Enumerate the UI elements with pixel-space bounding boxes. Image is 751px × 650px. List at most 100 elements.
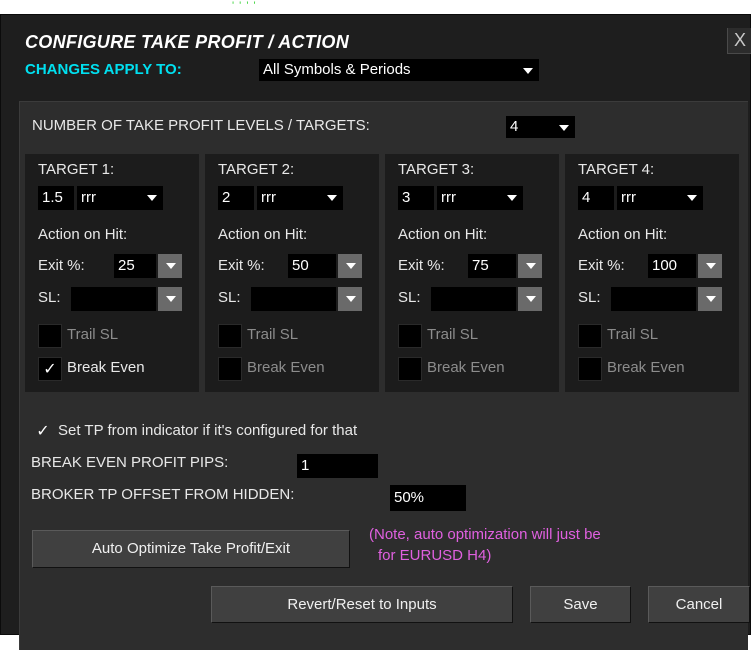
target-unit-value: rrr [441, 189, 456, 206]
break-even-label: Break Even [247, 359, 325, 376]
auto-optimize-button[interactable]: Auto Optimize Take Profit/Exit [32, 530, 350, 568]
revert-reset-button[interactable]: Revert/Reset to Inputs [211, 586, 513, 623]
exit-percent-input[interactable]: 50 [288, 254, 336, 278]
sl-dropdown-button[interactable] [158, 287, 182, 311]
sl-label: SL: [218, 289, 241, 306]
sl-input[interactable] [431, 287, 516, 311]
broker-offset-input[interactable]: 50% [390, 485, 466, 511]
chevron-down-icon [166, 263, 176, 269]
changes-apply-dropdown[interactable]: All Symbols & Periods [259, 59, 539, 81]
action-on-hit-label: Action on Hit: [218, 226, 308, 243]
trail-sl-checkbox[interactable] [218, 324, 242, 348]
sl-input[interactable] [251, 287, 336, 311]
action-on-hit-label: Action on Hit: [398, 226, 488, 243]
save-button[interactable]: Save [530, 586, 631, 623]
chevron-down-icon [526, 296, 536, 302]
chevron-down-icon [526, 263, 536, 269]
exit-percent-label: Exit %: [38, 257, 85, 274]
break-even-checkbox[interactable] [578, 357, 602, 381]
chevron-down-icon [166, 296, 176, 302]
exit-percent-dropdown-button[interactable] [338, 254, 362, 278]
exit-percent-input[interactable]: 100 [648, 254, 696, 278]
changes-apply-value: All Symbols & Periods [263, 61, 411, 78]
trail-sl-label: Trail SL [67, 326, 119, 343]
target-unit-value: rrr [261, 189, 276, 206]
exit-percent-label: Exit %: [578, 257, 625, 274]
target-value-input[interactable]: 2 [218, 186, 254, 210]
settings-panel: NUMBER OF TAKE PROFIT LEVELS / TARGETS: … [19, 101, 750, 650]
chevron-down-icon [507, 195, 517, 201]
trail-sl-label: Trail SL [607, 326, 659, 343]
dialog-title: CONFIGURE TAKE PROFIT / ACTION [25, 32, 349, 52]
trail-sl-checkbox[interactable] [38, 324, 62, 348]
exit-percent-label: Exit %: [218, 257, 265, 274]
set-tp-label: Set TP from indicator if it's configured… [58, 422, 358, 439]
target-unit-dropdown[interactable]: rrr [257, 186, 343, 210]
break-even-label: Break Even [607, 359, 685, 376]
break-even-checkbox[interactable]: ✓ [38, 357, 62, 381]
sl-dropdown-button[interactable] [338, 287, 362, 311]
target-value-input[interactable]: 3 [398, 186, 434, 210]
target-label: TARGET 4: [578, 161, 655, 178]
configure-dialog: CONFIGURE TAKE PROFIT / ACTION X CHANGES… [0, 14, 751, 650]
action-on-hit-label: Action on Hit: [38, 226, 128, 243]
target-unit-value: rrr [621, 189, 636, 206]
target-1-box: TARGET 1: 1.5 rrr Action on Hit: Exit %:… [25, 154, 199, 392]
target-2-box: TARGET 2: 2 rrr Action on Hit: Exit %: 5… [205, 154, 379, 392]
levels-dropdown[interactable]: 4 [506, 116, 575, 138]
close-button[interactable]: X [727, 28, 751, 54]
sl-label: SL: [578, 289, 601, 306]
target-label: TARGET 3: [398, 161, 475, 178]
break-even-pips-input[interactable]: 1 [297, 454, 378, 478]
exit-percent-input[interactable]: 25 [114, 254, 156, 278]
trail-sl-label: Trail SL [427, 326, 479, 343]
exit-percent-dropdown-button[interactable] [698, 254, 722, 278]
chevron-down-icon [346, 296, 356, 302]
levels-value: 4 [510, 118, 519, 135]
sl-dropdown-button[interactable] [518, 287, 542, 311]
target-3-box: TARGET 3: 3 rrr Action on Hit: Exit %: 7… [385, 154, 559, 392]
top-marks: ' ' ' ' [232, 0, 257, 12]
broker-offset-label: BROKER TP OFFSET FROM HIDDEN: [31, 486, 295, 503]
chevron-down-icon [523, 68, 533, 74]
sl-dropdown-button[interactable] [698, 287, 722, 311]
sl-input[interactable] [71, 287, 156, 311]
chevron-down-icon [687, 195, 697, 201]
changes-apply-label: CHANGES APPLY TO: [25, 61, 182, 78]
target-value-input[interactable]: 1.5 [38, 186, 74, 210]
chevron-down-icon [559, 125, 569, 131]
exit-percent-input[interactable]: 75 [468, 254, 516, 278]
chevron-down-icon [706, 263, 716, 269]
exit-percent-label: Exit %: [398, 257, 445, 274]
action-on-hit-label: Action on Hit: [578, 226, 668, 243]
trail-sl-checkbox[interactable] [398, 324, 422, 348]
break-even-pips-label: BREAK EVEN PROFIT PIPS: [31, 454, 229, 471]
target-value-input[interactable]: 4 [578, 186, 614, 210]
sl-label: SL: [398, 289, 421, 306]
break-even-checkbox[interactable] [218, 357, 242, 381]
target-label: TARGET 1: [38, 161, 115, 178]
chevron-down-icon [147, 195, 157, 201]
levels-label: NUMBER OF TAKE PROFIT LEVELS / TARGETS: [32, 117, 370, 134]
chevron-down-icon [327, 195, 337, 201]
sl-input[interactable] [611, 287, 696, 311]
auto-optimize-note-line1: (Note, auto optimization will just be [369, 526, 601, 543]
target-label: TARGET 2: [218, 161, 295, 178]
trail-sl-label: Trail SL [247, 326, 299, 343]
auto-optimize-note-line2: for EURUSD H4) [378, 547, 492, 564]
target-unit-dropdown[interactable]: rrr [617, 186, 703, 210]
trail-sl-checkbox[interactable] [578, 324, 602, 348]
exit-percent-dropdown-button[interactable] [158, 254, 182, 278]
set-tp-checkbox[interactable]: ✓ [31, 420, 55, 444]
break-even-checkbox[interactable] [398, 357, 422, 381]
break-even-label: Break Even [67, 359, 145, 376]
sl-label: SL: [38, 289, 61, 306]
break-even-label: Break Even [427, 359, 505, 376]
target-unit-value: rrr [81, 189, 96, 206]
target-unit-dropdown[interactable]: rrr [437, 186, 523, 210]
target-unit-dropdown[interactable]: rrr [77, 186, 163, 210]
exit-percent-dropdown-button[interactable] [518, 254, 542, 278]
chevron-down-icon [706, 296, 716, 302]
chevron-down-icon [346, 263, 356, 269]
cancel-button[interactable]: Cancel [648, 586, 750, 623]
